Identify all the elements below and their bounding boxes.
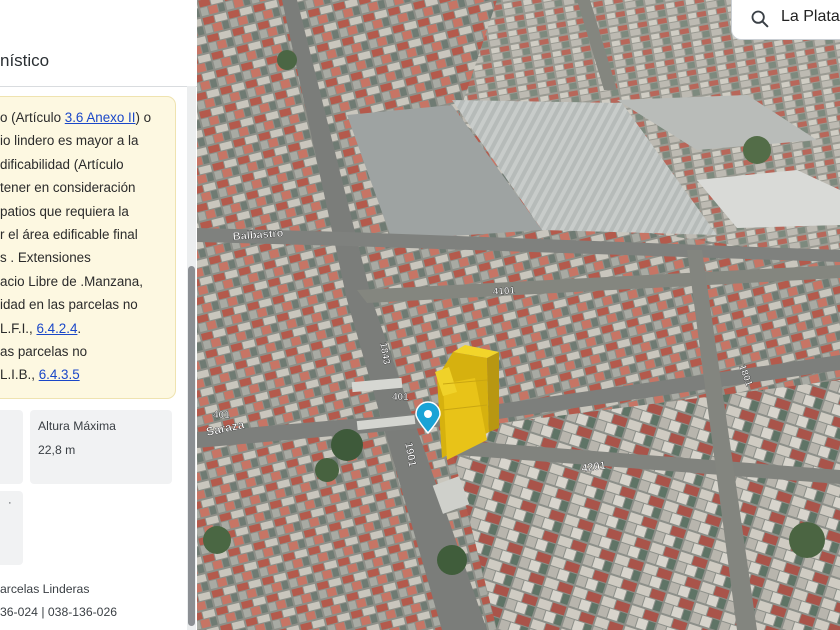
max-height-value: 22,8 m [38,443,76,457]
note-line: as parcelas no [0,340,176,363]
note-text: as parcelas no [0,343,88,359]
note-text: patios que requiera la [0,203,129,219]
note-text: ) o [135,110,152,125]
panel-scrollbar-thumb[interactable] [188,266,195,626]
adjacent-parcels-values: 36-024 | 038-136-026 [0,605,118,619]
article-link[interactable]: 3.6 Anexo II [65,110,136,125]
max-height-label: Altura Máxima [38,419,116,433]
note-line: o (Artículo 3.6 Anexo II) o [0,106,176,129]
note-text: idad en las parcelas no [0,297,138,313]
note-text: acio Libre de .Manzana, [0,273,143,289]
article-link[interactable]: 6.4.2.4 [36,321,77,336]
street-label-401: 401 [213,410,230,421]
note-line: acio Libre de .Manzana, [0,270,176,293]
panel-divider [0,86,197,87]
article-link[interactable]: 6.4.3.5 [39,367,80,382]
note-line: dificabilidad (Artículo [0,153,176,176]
note-line: io lindero es mayor a la [0,129,176,152]
metric-card-max-height: Altura Máxima 22,8 m [30,410,172,484]
adjacent-parcels-label: arcelas Linderas [0,582,90,596]
note-text: L.I.B., [0,367,39,383]
info-panel: nístico o (Artículo 3.6 Anexo II) o io li… [0,0,197,630]
search-icon[interactable] [749,8,771,30]
metric-card-left-bottom: · [0,491,23,565]
regulation-note-text: o (Artículo 3.6 Anexo II) o io lindero es… [0,106,176,387]
note-line: patios que requiera la [0,200,176,223]
search-text[interactable]: La Plata [781,8,840,26]
note-line: r el área edificable final [0,223,176,246]
map-view[interactable]: Balbastro Saraza 4101 4201 1843 1901 180… [197,0,840,630]
note-line: tener en consideración [0,176,176,199]
aerial-city-map[interactable]: Balbastro Saraza 4101 4201 1843 1901 180… [197,0,840,630]
note-line: L.F.I., 6.4.2.4. [0,317,176,340]
note-text: dificabilidad (Artículo [0,156,124,172]
note-text: L.F.I., [0,320,37,336]
metric-stub: · [8,497,12,509]
panel-title: nístico [0,51,50,70]
note-text: o (Artículo [0,110,65,125]
note-text: s . Extensiones [0,250,91,266]
note-text: . [77,320,82,336]
place-search-box[interactable]: La Plata [731,0,840,40]
note-line: L.I.B., 6.4.3.5 [0,363,176,386]
note-text: r el área edificable final [0,226,138,242]
note-line: s . Extensiones [0,246,176,269]
street-label-401-east: 401 [392,392,409,403]
metric-card-left-top [0,410,23,484]
note-text: tener en consideración [0,180,136,196]
street-label-4101: 4101 [492,285,515,298]
note-line: idad en las parcelas no [0,293,176,316]
note-text: io lindero es mayor a la [0,133,139,149]
